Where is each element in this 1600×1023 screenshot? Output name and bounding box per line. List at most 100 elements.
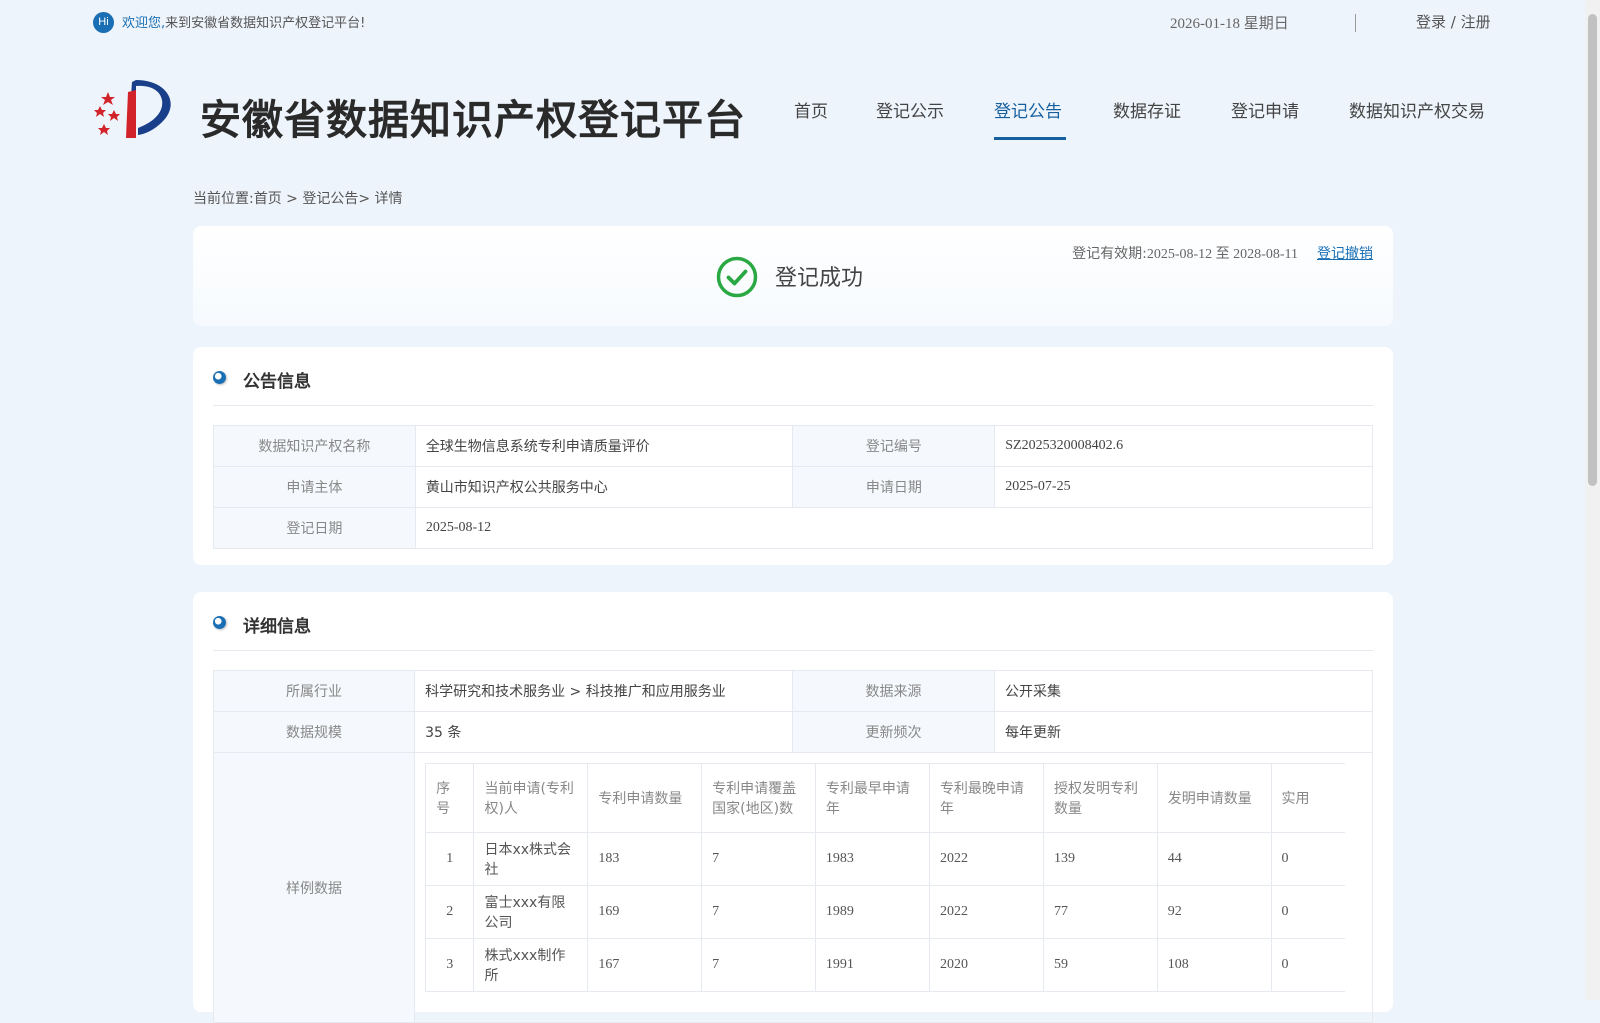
section-header: 详细信息 (213, 612, 1373, 651)
column-header: 实用 (1270, 763, 1346, 833)
nav-registration-application[interactable]: 登记申请 (1231, 97, 1299, 122)
sample-cell: 167 (587, 938, 703, 992)
nav-registration-publicity[interactable]: 登记公示 (876, 97, 944, 122)
field-label: 登记编号 (792, 425, 996, 467)
nav-home[interactable]: 首页 (794, 97, 828, 122)
sample-cell: 0 (1270, 938, 1346, 992)
sample-cell: 0 (1270, 832, 1346, 886)
validity-label: 登记有效期: (1072, 246, 1147, 262)
column-header: 专利最晚申请年 (928, 763, 1045, 833)
column-header: 授权发明专利数量 (1043, 763, 1158, 833)
sample-cell: 92 (1156, 885, 1272, 939)
sample-cell: 2022 (928, 885, 1045, 939)
sample-cell: 169 (587, 885, 703, 939)
platform-logo-icon[interactable] (92, 72, 176, 144)
sample-cell: 139 (1043, 832, 1158, 886)
sample-cell: 3 (425, 938, 475, 992)
scrollbar-thumb[interactable] (1588, 14, 1597, 486)
announcement-card: 公告信息 数据知识产权名称 全球生物信息系统专利申请质量评价 登记编号 SZ20… (193, 347, 1393, 565)
nav-data-evidence[interactable]: 数据存证 (1113, 97, 1181, 122)
sample-cell: 7 (701, 832, 816, 886)
field-value: SZ2025320008402.6 (994, 425, 1373, 467)
welcome-message: 欢迎您,来到安徽省数据知识产权登记平台! (122, 12, 365, 31)
section-bullet-icon (213, 616, 226, 629)
field-value: 35 条 (414, 711, 794, 753)
breadcrumb: 当前位置:首页 > 登记公告> 详情 (193, 191, 403, 207)
field-value: 全球生物信息系统专利申请质量评价 (414, 425, 794, 467)
topbar-divider (1355, 14, 1356, 32)
sample-cell: 2022 (928, 832, 1045, 886)
field-label: 数据规模 (212, 711, 416, 753)
sample-cell: 59 (1043, 938, 1158, 992)
check-circle-icon (716, 256, 758, 298)
site-title: 安徽省数据知识产权登记平台 (200, 96, 746, 144)
field-label: 申请主体 (213, 466, 416, 508)
field-label: 样例数据 (212, 752, 416, 1023)
revoke-link[interactable]: 登记撤销 (1317, 243, 1373, 263)
sample-cell: 7 (701, 938, 816, 992)
sample-cell: 2 (425, 885, 475, 939)
sample-row: 3 株式xxx制作所 167 7 1991 2020 59 108 0 (425, 938, 1346, 992)
validity-period: 登记有效期:2025-08-12 至 2028-08-11 (1072, 243, 1298, 263)
section-title: 公告信息 (243, 372, 311, 392)
table-row: 数据规模 35 条 更新频次 每年更新 (212, 711, 1373, 753)
sample-cell: 日本xx株式会社 (473, 832, 589, 886)
login-link[interactable]: 登录 (1416, 13, 1446, 31)
field-value: 2025-07-25 (994, 466, 1373, 508)
page-scrollbar[interactable] (1585, 0, 1600, 1000)
sample-header-row: 序号 当前申请(专利权)人 专利申请数量 专利申请覆盖国家(地区)数 专利最早申… (425, 763, 1346, 833)
field-value: 公开采集 (994, 670, 1373, 712)
sample-cell: 1 (425, 832, 475, 886)
top-bar: Hi 欢迎您,来到安徽省数据知识产权登记平台! 2026-01-18 星期日 登… (0, 0, 1585, 44)
sample-data-cell: 序号 当前申请(专利权)人 专利申请数量 专利申请覆盖国家(地区)数 专利最早申… (414, 752, 1373, 1023)
field-label: 申请日期 (792, 466, 996, 508)
sample-cell: 77 (1043, 885, 1158, 939)
field-value: 黄山市知识产权公共服务中心 (414, 466, 794, 508)
field-label: 所属行业 (212, 670, 416, 712)
nav-ip-trading[interactable]: 数据知识产权交易 (1349, 97, 1485, 122)
sample-cell: 2020 (928, 938, 1045, 992)
column-header: 当前申请(专利权)人 (473, 763, 589, 833)
sample-cell: 富士xxx有限公司 (473, 885, 589, 939)
sample-cell: 1989 (814, 885, 930, 939)
sample-cell: 183 (587, 832, 703, 886)
detail-card: 详细信息 所属行业 科学研究和技术服务业 > 科技推广和应用服务业 数据来源 公… (193, 592, 1393, 1023)
active-nav-underline (994, 137, 1066, 140)
auth-links: 登录 / 注册 (1416, 11, 1491, 32)
column-header: 序号 (425, 763, 475, 833)
nav-registration-announcement[interactable]: 登记公告 (994, 97, 1062, 122)
sample-cell: 7 (701, 885, 816, 939)
table-row: 样例数据 序号 当前申请(专利权)人 专利申请数量 专利申请覆盖国家(地区)数 … (212, 752, 1373, 1023)
status-text: 登记成功 (775, 266, 864, 291)
hi-badge-icon: Hi (93, 12, 114, 33)
field-label: 数据知识产权名称 (213, 425, 416, 467)
sample-cell: 0 (1270, 885, 1346, 939)
field-value: 每年更新 (994, 711, 1373, 753)
sample-cell: 1991 (814, 938, 930, 992)
announcement-table: 数据知识产权名称 全球生物信息系统专利申请质量评价 登记编号 SZ2025320… (213, 425, 1374, 549)
column-header: 发明申请数量 (1156, 763, 1272, 833)
sample-table: 序号 当前申请(专利权)人 专利申请数量 专利申请覆盖国家(地区)数 专利最早申… (425, 763, 1346, 992)
section-bullet-icon (213, 371, 226, 384)
welcome-highlight: 欢迎您, (122, 16, 166, 31)
field-label: 更新频次 (792, 711, 995, 753)
sample-row: 2 富士xxx有限公司 169 7 1989 2022 77 92 0 (425, 885, 1346, 939)
column-header: 专利申请数量 (587, 763, 703, 833)
table-row: 数据知识产权名称 全球生物信息系统专利申请质量评价 登记编号 SZ2025320… (213, 425, 1373, 467)
auth-separator: / (1446, 13, 1461, 31)
welcome-text: 来到安徽省数据知识产权登记平台! (165, 16, 366, 31)
register-link[interactable]: 注册 (1461, 13, 1491, 31)
section-header: 公告信息 (213, 367, 1373, 406)
field-value: 科学研究和技术服务业 > 科技推广和应用服务业 (414, 670, 794, 712)
sample-cell: 株式xxx制作所 (473, 938, 589, 992)
section-title: 详细信息 (243, 617, 311, 637)
validity-dates: 2025-08-12 至 2028-08-11 (1146, 247, 1298, 262)
sample-table-scroll[interactable]: 序号 当前申请(专利权)人 专利申请数量 专利申请覆盖国家(地区)数 专利最早申… (425, 763, 1346, 1003)
current-date: 2026-01-18 星期日 (1170, 16, 1289, 32)
table-row: 申请主体 黄山市知识产权公共服务中心 申请日期 2025-07-25 (213, 466, 1373, 508)
sample-row: 1 日本xx株式会社 183 7 1983 2022 139 44 0 (425, 832, 1346, 886)
column-header: 专利申请覆盖国家(地区)数 (701, 763, 816, 833)
field-label: 数据来源 (792, 670, 995, 712)
sample-cell: 1983 (814, 832, 930, 886)
sample-cell: 108 (1156, 938, 1272, 992)
